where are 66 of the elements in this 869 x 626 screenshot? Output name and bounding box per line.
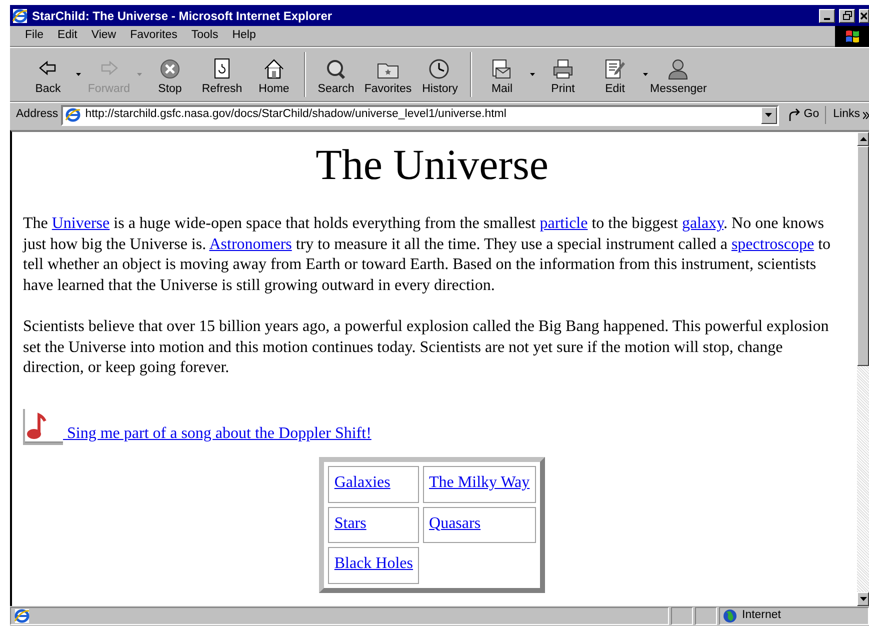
- minimize-button[interactable]: [819, 8, 835, 22]
- toolbar-button[interactable]: Refresh: [196, 48, 248, 101]
- toolbar-button[interactable]: Search: [310, 48, 362, 101]
- edit-icon: [603, 58, 627, 80]
- caret-icon[interactable]: [76, 73, 81, 76]
- minimize-icon: [824, 18, 830, 20]
- globe-icon: [723, 609, 737, 623]
- scrollbar[interactable]: [857, 132, 869, 606]
- music-note-icon: [23, 408, 63, 445]
- topic-link[interactable]: Black Holes: [334, 555, 414, 572]
- printer-icon: [551, 58, 575, 80]
- text-link[interactable]: spectroscope: [731, 236, 814, 253]
- menu-item[interactable]: Edit: [50, 27, 84, 45]
- caret-icon[interactable]: [643, 73, 648, 76]
- window-title: StarChild: The Universe - Microsoft Internet Explorer: [32, 8, 334, 24]
- paragraph: Scientists believe that over 15 billion years ago, a powerful explosion called the Big Bang happened. This powerful explosion set the Universe into motion and this motion continues today. Scientists are not yet sure if the motion will stop, change direction, or keep going forever.: [23, 316, 830, 378]
- text-link[interactable]: Astronomers: [209, 236, 292, 253]
- paragraph: The Universe is a huge wide-open space that holds everything from the smallest particle to the biggest galaxy. No one knows just how big the Universe is. Astronomers try to measure it all the time. They use a special instrument called a spectroscope to tell whether an object is moving away from Earth or toward Earth. Based on the information from this instrument, scientists have learned that the Universe is still growing outward in every direction.: [23, 214, 832, 296]
- song-link[interactable]: Sing me part of a song about the Doppler Shift!: [63, 424, 372, 445]
- topic-link[interactable]: Galaxies: [334, 474, 390, 491]
- toolbar-button[interactable]: Back: [22, 48, 74, 101]
- topic-link[interactable]: The Milky Way: [429, 474, 530, 491]
- text-link[interactable]: particle: [540, 215, 588, 232]
- browser-icon: [12, 8, 28, 24]
- page-icon: [65, 107, 82, 123]
- scroll-thumb[interactable]: [857, 146, 869, 366]
- flag-icon: [844, 29, 860, 43]
- go-arrow-icon: [788, 108, 802, 122]
- menu-item[interactable]: File: [18, 27, 51, 45]
- search-icon: [324, 58, 348, 80]
- scroll-up-icon[interactable]: [860, 137, 866, 141]
- toolbar-button[interactable]: Edit: [589, 48, 641, 101]
- text-link[interactable]: Universe: [52, 215, 110, 232]
- page-heading: The Universe: [314, 142, 550, 190]
- menu-item[interactable]: Favorites: [123, 27, 184, 45]
- text-link[interactable]: galaxy: [682, 215, 724, 232]
- close-icon: [860, 12, 867, 20]
- address-label: Address: [16, 107, 58, 122]
- menu-item[interactable]: Help: [225, 27, 263, 45]
- menu-item[interactable]: Tools: [184, 27, 226, 45]
- topic-link[interactable]: Quasars: [429, 514, 481, 532]
- restore-button[interactable]: [839, 8, 855, 22]
- dropdown-button[interactable]: [760, 106, 777, 124]
- toolbar-button[interactable]: Print: [537, 48, 589, 101]
- address-field[interactable]: http://starchild.gsfc.nasa.gov/docs/StarChild/shadow/universe_level1/universe.html: [61, 104, 779, 126]
- person-icon: [666, 58, 690, 80]
- toolbar-button[interactable]: History: [414, 48, 466, 101]
- chevron-icon[interactable]: [863, 112, 869, 118]
- stop-icon: [158, 58, 182, 80]
- toolbar-button[interactable]: Mail: [476, 48, 528, 101]
- menu-item[interactable]: View: [84, 27, 124, 45]
- scroll-down-icon[interactable]: [860, 597, 866, 601]
- toolbar-button[interactable]: Messenger: [650, 48, 707, 101]
- go-button[interactable]: Go: [782, 106, 826, 124]
- toolbar-button[interactable]: Stop: [144, 48, 196, 101]
- caret-icon[interactable]: [530, 73, 535, 76]
- restore-icon: [842, 11, 852, 20]
- toolbar-button[interactable]: Home: [248, 48, 300, 101]
- home-icon: [262, 58, 286, 80]
- links-button[interactable]: Links: [833, 106, 860, 124]
- zone-label: Internet: [742, 608, 781, 624]
- toolbar-button[interactable]: Favorites: [362, 48, 414, 101]
- topic-link[interactable]: Stars: [334, 514, 366, 532]
- close-button[interactable]: [859, 8, 869, 22]
- page-icon: [14, 608, 30, 624]
- caret-icon: [765, 113, 772, 117]
